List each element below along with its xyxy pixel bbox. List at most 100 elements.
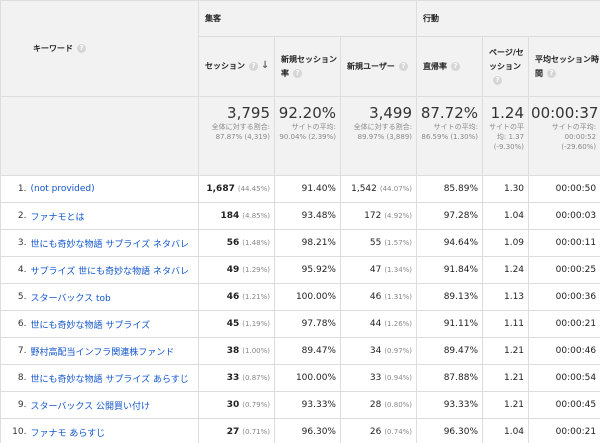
totals-bounce-rate-cell: 87.72% サイトの平均: 86.59% (1.30%) — [416, 96, 484, 176]
row-index: 10. — [0, 418, 27, 443]
pages-per-session-header-label: ページ/セッション — [489, 47, 524, 71]
new-session-rate-cell: 100.00% — [274, 364, 341, 392]
sessions-column-header[interactable]: セッション? ↓ — [198, 36, 275, 97]
avg-session-duration-cell: 00:00:21 — [528, 418, 600, 443]
sessions-share: (0.71%) — [242, 428, 270, 436]
pages-per-session-cell: 1.21 — [482, 391, 530, 419]
table-row[interactable]: 5. スターバックス tob 46 (1.21%) 100.00% 46 (1.31%) 89… — [0, 283, 600, 311]
new-users-share: (44.07%) — [379, 185, 413, 193]
bounce-rate-cell: 85.89% — [416, 175, 484, 203]
sessions-cell: 27 (0.71%) — [198, 418, 275, 443]
row-index: 7. — [0, 337, 27, 365]
keyword-link[interactable]: 野村高配当インフラ関連株ファンド — [26, 337, 199, 365]
new-users-value: 172 — [364, 211, 382, 221]
keyword-link[interactable]: (not provided) — [26, 175, 199, 203]
bounce-rate-cell: 91.11% — [416, 310, 484, 338]
sessions-cell: 56 (1.48%) — [198, 229, 275, 257]
new-users-value: 34 — [369, 346, 382, 356]
totals-note: サイトの平均: 86.59% (1.30%) — [421, 123, 479, 141]
new-users-value: 33 — [369, 373, 382, 383]
keyword-link[interactable]: 世にも奇妙な物語 サプライズ あらすじ — [26, 364, 199, 392]
avg-session-duration-cell: 00:00:50 — [528, 175, 600, 203]
new-users-cell: 34 (0.97%) — [339, 337, 418, 365]
new-session-rate-cell: 97.78% — [274, 310, 341, 338]
table-row[interactable]: 6. 世にも奇妙な物語 サプライズ 45 (1.19%) 97.78% 44 (1.26%)… — [0, 310, 600, 338]
pages-per-session-column-header[interactable]: ページ/セッション? — [482, 36, 530, 97]
new-session-rate-cell: 95.92% — [274, 256, 341, 284]
totals-note: サイトの平均: 1.37 (-9.30%) — [489, 123, 525, 151]
new-users-cell: 1,542 (44.07%) — [339, 175, 418, 203]
help-icon[interactable]: ? — [451, 61, 461, 71]
row-index: 5. — [0, 283, 27, 311]
help-icon[interactable]: ? — [547, 68, 557, 78]
totals-value: 00:00:37 — [531, 104, 599, 122]
pages-per-session-cell: 1.30 — [482, 175, 530, 203]
sessions-value: 38 — [226, 346, 240, 356]
sessions-header-label: セッション — [205, 61, 245, 71]
bounce-rate-cell: 89.13% — [416, 283, 484, 311]
new-users-value: 26 — [369, 427, 382, 437]
totals-note: 全体に対する割合: 89.97% (3,889) — [353, 123, 413, 141]
help-icon[interactable]: ? — [249, 61, 258, 71]
sessions-value: 46 — [226, 292, 240, 302]
new-users-header-label: 新規ユーザー — [347, 61, 395, 71]
keyword-link[interactable]: 世にも奇妙な物語 サプライズ ネタバレ — [26, 229, 199, 257]
new-session-rate-cell: 89.47% — [274, 337, 341, 365]
help-icon[interactable]: ? — [293, 68, 302, 78]
sort-descending-icon[interactable]: ↓ — [261, 60, 269, 71]
table-row[interactable]: 9. スターバックス 公開買い付け 30 (0.79%) 93.33% 28 (0.80%)… — [0, 391, 600, 419]
table-row[interactable]: 7. 野村高配当インフラ関連株ファンド 38 (1.00%) 89.47% 34 (0.97… — [0, 337, 600, 365]
new-session-rate-column-header[interactable]: 新規セッション率? — [274, 36, 341, 97]
new-users-cell: 28 (0.80%) — [339, 391, 418, 419]
keyword-header-label: キーワード — [33, 44, 73, 53]
behavior-group-header: 行動 — [416, 0, 600, 37]
table-row[interactable]: 4. サプライズ 世にも奇妙な物語 ネタバレ 49 (1.29%) 95.92% 47 (1… — [0, 256, 600, 284]
table-row[interactable]: 10. ファナモ あらすじ 27 (0.71%) 96.30% 26 (0.74%) 96.3… — [0, 418, 600, 443]
table-row[interactable]: 2. ファナモとは 184 (4.85%) 93.48% 172 (4.92%) 97.28%… — [0, 202, 600, 230]
row-index: 2. — [0, 202, 27, 230]
avg-session-duration-cell: 00:00:21 — [528, 310, 600, 338]
avg-session-duration-header-label: 平均セッション時間 — [535, 54, 600, 78]
new-users-column-header[interactable]: 新規ユーザー? — [339, 36, 418, 97]
sessions-cell: 1,687 (44.45%) — [198, 175, 275, 203]
help-icon[interactable]: ? — [77, 44, 86, 53]
sessions-value: 33 — [226, 373, 240, 383]
sessions-cell: 49 (1.29%) — [198, 256, 275, 284]
new-users-value: 55 — [369, 238, 382, 248]
sessions-cell: 38 (1.00%) — [198, 337, 275, 365]
pages-per-session-cell: 1.11 — [482, 310, 530, 338]
bounce-rate-column-header[interactable]: 直帰率? — [416, 36, 484, 97]
sessions-cell: 46 (1.21%) — [198, 283, 275, 311]
table-row[interactable]: 8. 世にも奇妙な物語 サプライズ あらすじ 33 (0.87%) 100.00% 33(… — [0, 364, 600, 392]
totals-note: 全体に対する割合: 87.87% (4,319) — [211, 123, 270, 141]
bounce-rate-cell: 89.47% — [416, 337, 484, 365]
new-users-share: (1.31%) — [384, 293, 413, 301]
new-users-cell: 172 (4.92%) — [339, 202, 418, 230]
help-icon[interactable]: ? — [398, 61, 408, 71]
new-users-share: (1.57%) — [384, 239, 413, 247]
new-users-share: (0.97%) — [384, 347, 413, 355]
totals-new-users-cell: 3,499 全体に対する割合: 89.97% (3,889) — [339, 96, 418, 176]
sessions-share: (44.45%) — [237, 185, 270, 193]
keyword-link[interactable]: ファナモ あらすじ — [26, 418, 199, 443]
table-row[interactable]: 3. 世にも奇妙な物語 サプライズ ネタバレ 56 (1.48%) 98.21% 55 (1… — [0, 229, 600, 257]
keyword-link[interactable]: 世にも奇妙な物語 サプライズ — [26, 310, 199, 338]
new-users-cell: 55 (1.57%) — [339, 229, 418, 257]
keyword-link[interactable]: スターバックス tob — [26, 283, 199, 311]
header-group-row: キーワード? 集客 行動 — [0, 0, 600, 97]
keyword-link[interactable]: ファナモとは — [26, 202, 199, 230]
sessions-cell: 184 (4.85%) — [198, 202, 275, 230]
totals-value: 3,499 — [369, 104, 413, 122]
pages-per-session-cell: 1.21 — [482, 337, 530, 365]
new-users-share: (0.94%) — [384, 374, 413, 382]
sessions-value: 30 — [226, 400, 240, 410]
keyword-link[interactable]: サプライズ 世にも奇妙な物語 ネタバレ — [26, 256, 199, 284]
acquisition-group-header: 集客 — [197, 0, 418, 37]
row-index: 9. — [0, 391, 27, 419]
table-row[interactable]: 1. (not provided) 1,687 (44.45%) 91.40% 1,542… — [0, 175, 600, 203]
keyword-link[interactable]: スターバックス 公開買い付け — [26, 391, 199, 419]
keyword-column-header[interactable]: キーワード? — [0, 0, 199, 97]
sessions-value: 27 — [226, 427, 240, 437]
help-icon[interactable]: ? — [493, 75, 503, 85]
avg-session-duration-column-header[interactable]: 平均セッション時間? — [528, 36, 600, 97]
